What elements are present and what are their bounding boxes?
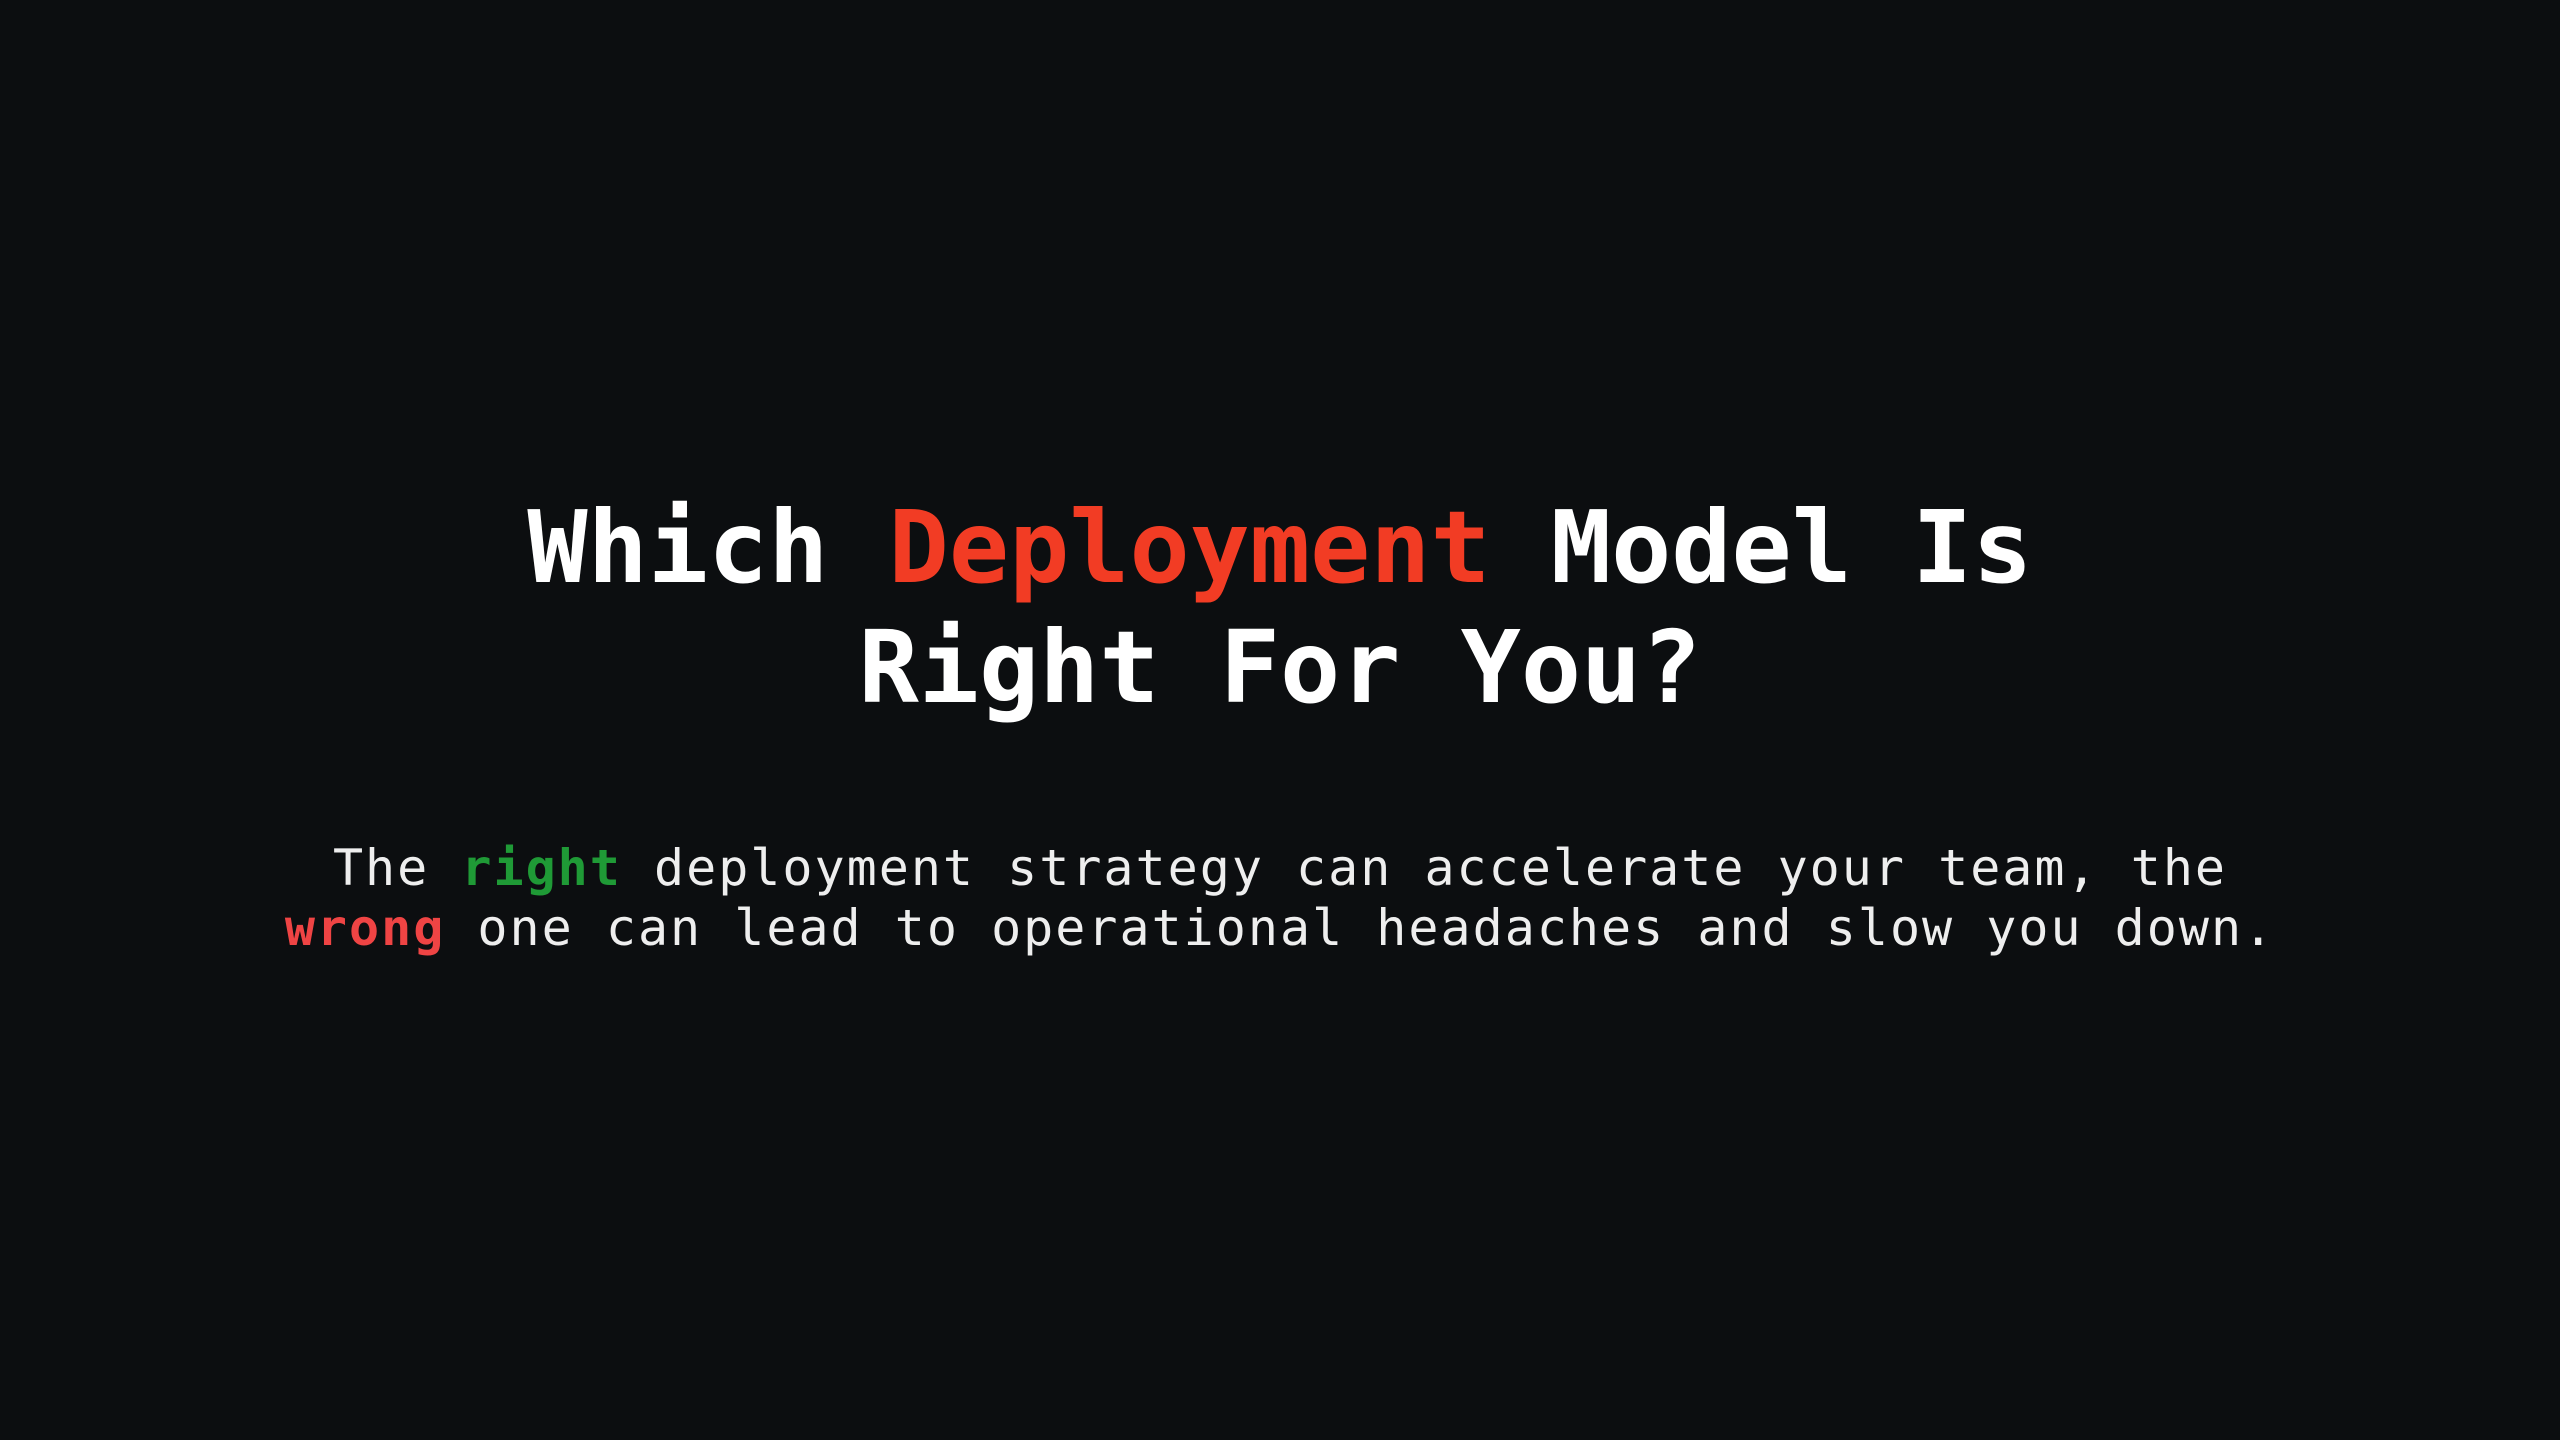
subtitle-positive-word: right — [461, 839, 622, 897]
subtitle-text-before: The — [332, 839, 462, 897]
subtitle-line-2: wrong one can lead to operational headac… — [285, 899, 2275, 957]
slide-content: Which Deployment Model Is Right For You?… — [0, 488, 2560, 958]
subtitle: The right deployment strategy can accele… — [0, 838, 2560, 958]
headline: Which Deployment Model Is Right For You? — [0, 488, 2560, 728]
headline-text-before: Which — [527, 489, 889, 606]
subtitle-text-rest: one can lead to operational headaches an… — [445, 899, 2276, 957]
headline-accent-word: Deployment — [888, 489, 1491, 606]
slide: Which Deployment Model Is Right For You?… — [0, 0, 2560, 1440]
headline-line-2: Right For You? — [858, 609, 1702, 726]
headline-text-after: Model Is — [1490, 489, 2033, 606]
subtitle-text-after: deployment strategy can accelerate your … — [621, 839, 2228, 897]
subtitle-line-1: The right deployment strategy can accele… — [333, 839, 2227, 897]
subtitle-negative-word: wrong — [284, 899, 446, 957]
headline-line-1: Which Deployment Model Is — [527, 489, 2032, 606]
